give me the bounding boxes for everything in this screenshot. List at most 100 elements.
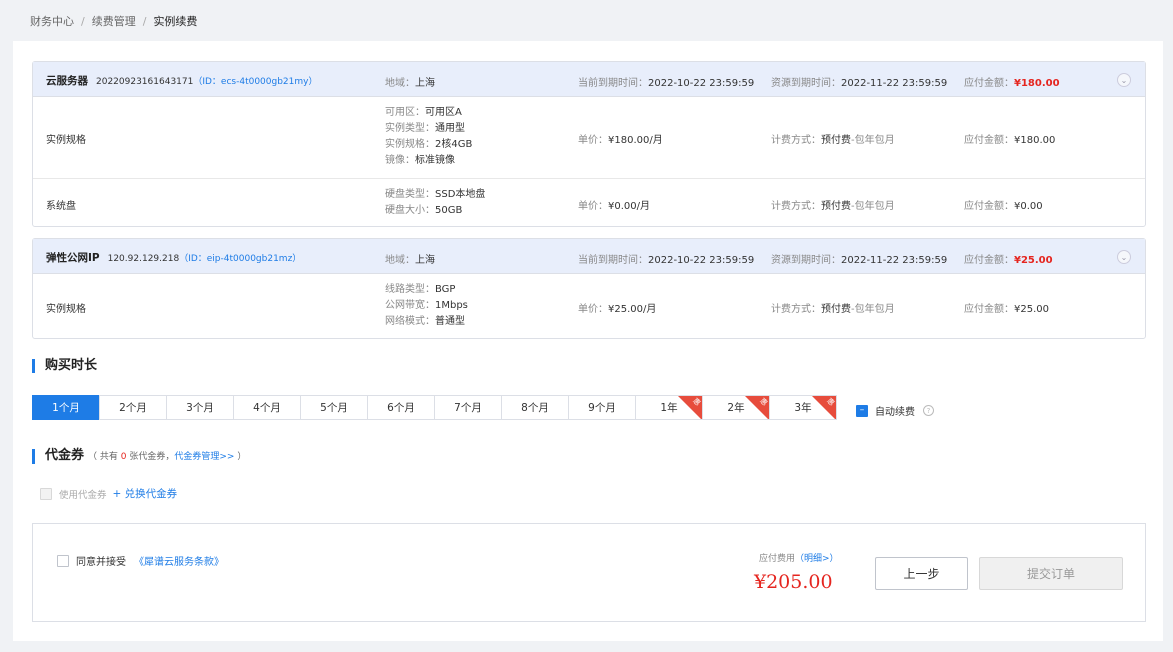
- current-expire-label: 当前到期时间：: [578, 255, 648, 266]
- spec-value: 可用区A: [425, 107, 462, 118]
- resource-expire-value: 2022-11-22 23:59:59: [841, 255, 948, 266]
- header-amount: 应付金额：¥25.00: [964, 251, 1053, 266]
- use-voucher-label: 使用代金券: [59, 489, 107, 501]
- duration-option-2m[interactable]: 2个月: [99, 395, 167, 420]
- billing-label: 计费方式：: [771, 201, 821, 212]
- exchange-voucher-link[interactable]: + 兑换代金券: [113, 486, 178, 501]
- region: 地域：上海: [385, 251, 435, 266]
- fee-detail-link[interactable]: （明细>）: [795, 554, 839, 564]
- breadcrumb-separator: /: [81, 14, 85, 28]
- duration-option-4m[interactable]: 4个月: [233, 395, 301, 420]
- region-value: 上海: [415, 78, 435, 89]
- auto-renew: – 自动续费 ?: [856, 403, 934, 418]
- resource-expire-value: 2022-11-22 23:59:59: [841, 78, 948, 89]
- duration-section-title: 购买时长: [32, 359, 97, 373]
- breadcrumb-item-renewal[interactable]: 续费管理: [92, 13, 136, 29]
- unit-price-value: ¥180.00/月: [608, 135, 663, 146]
- chevron-down-icon[interactable]: ⌄: [1117, 250, 1131, 264]
- current-expire: 当前到期时间：2022-10-22 23:59:59: [578, 251, 754, 266]
- spec-list: 线路类型：BGP 公网带宽：1Mbps 网络模式：普通型: [385, 282, 468, 330]
- duration-option-1m[interactable]: 1个月: [32, 395, 100, 420]
- amount-label: 应付金额：: [964, 304, 1014, 315]
- main-panel: 云服务器 20220923161643171（ID：ecs-4t0000gb21m…: [13, 41, 1163, 641]
- breadcrumb: 财务中心 / 续费管理 / 实例续费: [30, 13, 197, 29]
- spec-list: 可用区：可用区A 实例类型：通用型 实例规格：2核4GB 镜像：标准镜像: [385, 105, 472, 169]
- chevron-down-icon[interactable]: ⌄: [1117, 73, 1131, 87]
- voucher-use: 使用代金券 + 兑换代金券: [40, 486, 177, 501]
- duration-label: 3年: [794, 402, 812, 414]
- spec-item: 公网带宽：1Mbps: [385, 298, 468, 314]
- duration-option-8m[interactable]: 8个月: [501, 395, 569, 420]
- spec-list: 硬盘类型：SSD本地盘 硬盘大小：50GB: [385, 187, 485, 219]
- submit-order-button[interactable]: 提交订单: [979, 557, 1123, 590]
- spec-item: 硬盘大小：50GB: [385, 203, 485, 219]
- product-title: 云服务器 20220923161643171（ID：ecs-4t0000gb21m…: [46, 73, 317, 88]
- product-header-eip: 弹性公网IP 120.92.129.218（ID：eip-4t0000gb21mz…: [33, 239, 1145, 274]
- amount-value: ¥25.00: [1014, 255, 1053, 266]
- amount-label: 应付金额：: [964, 135, 1014, 146]
- duration-option-7m[interactable]: 7个月: [434, 395, 502, 420]
- duration-label: 2年: [727, 402, 745, 414]
- region-value: 上海: [415, 255, 435, 266]
- current-expire-value: 2022-10-22 23:59:59: [648, 78, 755, 89]
- billing-method: 计费方式：预付费-包年包月: [771, 300, 895, 315]
- voucher-manage-link[interactable]: 代金券管理>>: [174, 452, 234, 462]
- duration-option-2y[interactable]: 2年惠: [702, 395, 770, 420]
- voucher-note-suffix: ）: [234, 452, 247, 462]
- spec-item: 网络模式：普通型: [385, 314, 468, 330]
- breadcrumb-separator: /: [142, 14, 147, 28]
- spec-key: 实例规格：: [385, 139, 435, 150]
- billing-method: 计费方式：预付费-包年包月: [771, 197, 895, 212]
- resource-expire: 资源到期时间：2022-11-22 23:59:59: [771, 74, 947, 89]
- amount-value: ¥180.00: [1014, 78, 1060, 89]
- voucher-note-prefix: （ 共有: [88, 452, 121, 462]
- spec-value: 普通型: [435, 316, 465, 327]
- duration-option-1y[interactable]: 1年惠: [635, 395, 703, 420]
- agreement: 同意并接受 《犀谱云服务条款》: [57, 553, 224, 568]
- auto-renew-checkbox[interactable]: –: [856, 404, 868, 417]
- duration-option-6m[interactable]: 6个月: [367, 395, 435, 420]
- billing-label: 计费方式：: [771, 135, 821, 146]
- spec-item: 实例规格：2核4GB: [385, 137, 472, 153]
- spec-key: 实例类型：: [385, 123, 435, 134]
- help-icon[interactable]: ?: [923, 405, 934, 416]
- total-price: ¥205.00: [754, 571, 833, 593]
- billing-main: 预付费: [821, 135, 851, 146]
- duration-option-5m[interactable]: 5个月: [300, 395, 368, 420]
- agree-checkbox[interactable]: [57, 554, 69, 567]
- row-amount: 应付金额：¥180.00: [964, 131, 1055, 146]
- amount-value: ¥0.00: [1014, 201, 1043, 212]
- auto-renew-label[interactable]: 自动续费: [875, 403, 915, 418]
- duration-option-9m[interactable]: 9个月: [568, 395, 636, 420]
- spec-value: 标准镜像: [415, 155, 455, 166]
- voucher-note-mid: 张代金券，: [126, 452, 175, 462]
- fee-label-group: 应付费用（明细>）: [759, 551, 839, 564]
- spec-value: SSD本地盘: [435, 189, 486, 200]
- billing-sub: -包年包月: [851, 201, 895, 212]
- prev-step-button[interactable]: 上一步: [875, 557, 968, 590]
- voucher-section-title: 代金券（ 共有 0 张代金券，代金券管理>> ）: [32, 449, 246, 464]
- breadcrumb-current: 实例续费: [153, 15, 198, 28]
- duration-option-3y[interactable]: 3年惠: [769, 395, 837, 420]
- duration-label: 4个月: [253, 402, 281, 414]
- region-label: 地域：: [385, 255, 415, 266]
- billing-sub: -包年包月: [851, 135, 895, 146]
- terms-link[interactable]: 《犀谱云服务条款》: [134, 553, 224, 568]
- amount-label: 应付金额：: [964, 78, 1014, 89]
- use-voucher-checkbox[interactable]: [40, 487, 52, 500]
- current-expire-label: 当前到期时间：: [578, 78, 648, 89]
- region: 地域：上海: [385, 74, 435, 89]
- spec-item: 线路类型：BGP: [385, 282, 468, 298]
- unit-price-label: 单价：: [578, 201, 608, 212]
- instance-id: 20220923161643171: [96, 77, 194, 87]
- unit-price-value: ¥25.00/月: [608, 304, 657, 315]
- duration-option-3m[interactable]: 3个月: [166, 395, 234, 420]
- billing-sub: -包年包月: [851, 304, 895, 315]
- spec-item: 实例类型：通用型: [385, 121, 472, 137]
- breadcrumb-item-finance[interactable]: 财务中心: [30, 13, 74, 29]
- unit-price: 单价：¥180.00/月: [578, 131, 663, 146]
- duration-label: 5个月: [320, 402, 348, 414]
- spec-value: 50GB: [435, 205, 463, 216]
- current-expire-value: 2022-10-22 23:59:59: [648, 255, 755, 266]
- spec-row: 实例规格 可用区：可用区A 实例类型：通用型 实例规格：2核4GB 镜像：标准镜…: [33, 97, 1145, 178]
